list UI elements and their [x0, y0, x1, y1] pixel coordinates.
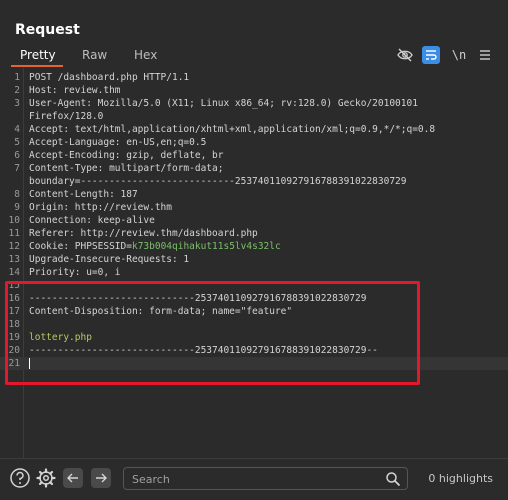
line-number: 2 — [14, 85, 20, 96]
code-line[interactable]: 11 Referer: http://review.thm/dashboard.p… — [0, 227, 508, 240]
code-line[interactable]: 5 Accept-Language: en-US,en;q=0.5 — [0, 136, 508, 149]
line-text: Connection: keep-alive — [29, 215, 155, 226]
line-number: 1 — [14, 72, 20, 83]
code-line[interactable]: Firefox/128.0 — [0, 110, 508, 123]
line-number: 7 — [14, 163, 20, 174]
line-text: Priority: u=0, i — [29, 267, 121, 278]
line-number: 10 — [8, 215, 20, 226]
search-input[interactable] — [132, 471, 382, 487]
wrap-lines-icon[interactable] — [422, 46, 440, 64]
line-text: User-Agent: Mozilla/5.0 (X11; Linux x86_… — [29, 98, 418, 109]
line-text: Origin: http://review.thm — [29, 202, 172, 213]
hamburger-menu-icon[interactable] — [476, 46, 494, 64]
code-line[interactable]: 9 Origin: http://review.thm — [0, 201, 508, 214]
line-text: Cookie: PHPSESSID=k73b004qihakut11s5lv4s… — [29, 240, 281, 253]
arrow-left-icon[interactable] — [63, 468, 83, 488]
cookie-header-label: Cookie: — [29, 241, 75, 252]
gear-icon[interactable] — [35, 467, 57, 489]
line-number: 14 — [8, 267, 20, 278]
line-text: Content-Type: multipart/form-data; — [29, 163, 224, 174]
line-text: Accept-Language: en-US,en;q=0.5 — [29, 137, 207, 148]
request-editor[interactable]: 1 POST /dashboard.php HTTP/1.1 2 Host: revi… — [0, 68, 508, 458]
code-line[interactable]: 1 POST /dashboard.php HTTP/1.1 — [0, 71, 508, 84]
line-text: POST /dashboard.php HTTP/1.1 — [29, 72, 190, 83]
search-box — [123, 467, 408, 490]
search-icon[interactable] — [385, 471, 401, 487]
line-text: Host: review.thm — [29, 85, 121, 96]
line-number: 4 — [14, 124, 20, 135]
cookie-value: k73b004qihakut11s5lv4s32lc — [131, 241, 281, 252]
newline-toggle[interactable]: \n — [448, 46, 470, 64]
line-number: 6 — [14, 150, 20, 161]
highlight-annotation-box — [5, 281, 420, 385]
code-line[interactable]: 6 Accept-Encoding: gzip, deflate, br — [0, 149, 508, 162]
line-text: Firefox/128.0 — [29, 111, 104, 122]
tab-pretty[interactable]: Pretty — [20, 48, 56, 62]
code-line[interactable]: 14 Priority: u=0, i — [0, 266, 508, 279]
code-line[interactable]: 2 Host: review.thm — [0, 84, 508, 97]
line-text: Content-Length: 187 — [29, 189, 138, 200]
eye-slash-icon[interactable] — [396, 46, 414, 64]
line-number: 13 — [8, 254, 20, 265]
tab-hex[interactable]: Hex — [134, 48, 157, 62]
line-text: Referer: http://review.thm/dashboard.php — [29, 228, 258, 239]
line-number: 12 — [8, 241, 20, 252]
line-number: 8 — [14, 189, 20, 200]
code-line[interactable]: boundary=---------------------------2537… — [0, 175, 508, 188]
code-line[interactable]: 8 Content-Length: 187 — [0, 188, 508, 201]
arrow-right-icon[interactable] — [91, 468, 111, 488]
code-line[interactable]: 3 User-Agent: Mozilla/5.0 (X11; Linux x86… — [0, 97, 508, 110]
code-line[interactable]: 13 Upgrade-Insecure-Requests: 1 — [0, 253, 508, 266]
tab-raw[interactable]: Raw — [82, 48, 107, 62]
line-number: 11 — [8, 228, 20, 239]
code-line[interactable]: 12 Cookie: PHPSESSID=k73b004qihakut11s5lv… — [0, 240, 508, 253]
line-number: 5 — [14, 137, 20, 148]
line-number: 9 — [14, 202, 20, 213]
bottom-bar: 0 highlights — [0, 458, 508, 500]
help-circle-icon[interactable] — [9, 467, 31, 489]
active-tab-indicator — [11, 65, 63, 67]
line-text: boundary=---------------------------2537… — [29, 176, 407, 187]
cookie-name: PHPSESSID — [74, 241, 127, 252]
highlights-count: 0 highlights — [428, 472, 493, 485]
line-text: Accept-Encoding: gzip, deflate, br — [29, 150, 224, 161]
line-number: 3 — [14, 98, 20, 109]
line-text: Upgrade-Insecure-Requests: 1 — [29, 254, 190, 265]
code-line[interactable]: 7 Content-Type: multipart/form-data; — [0, 162, 508, 175]
line-text: Accept: text/html,application/xhtml+xml,… — [29, 124, 436, 135]
panel-title: Request — [15, 22, 80, 38]
code-line[interactable]: 4 Accept: text/html,application/xhtml+xml… — [0, 123, 508, 136]
code-line[interactable]: 10 Connection: keep-alive — [0, 214, 508, 227]
